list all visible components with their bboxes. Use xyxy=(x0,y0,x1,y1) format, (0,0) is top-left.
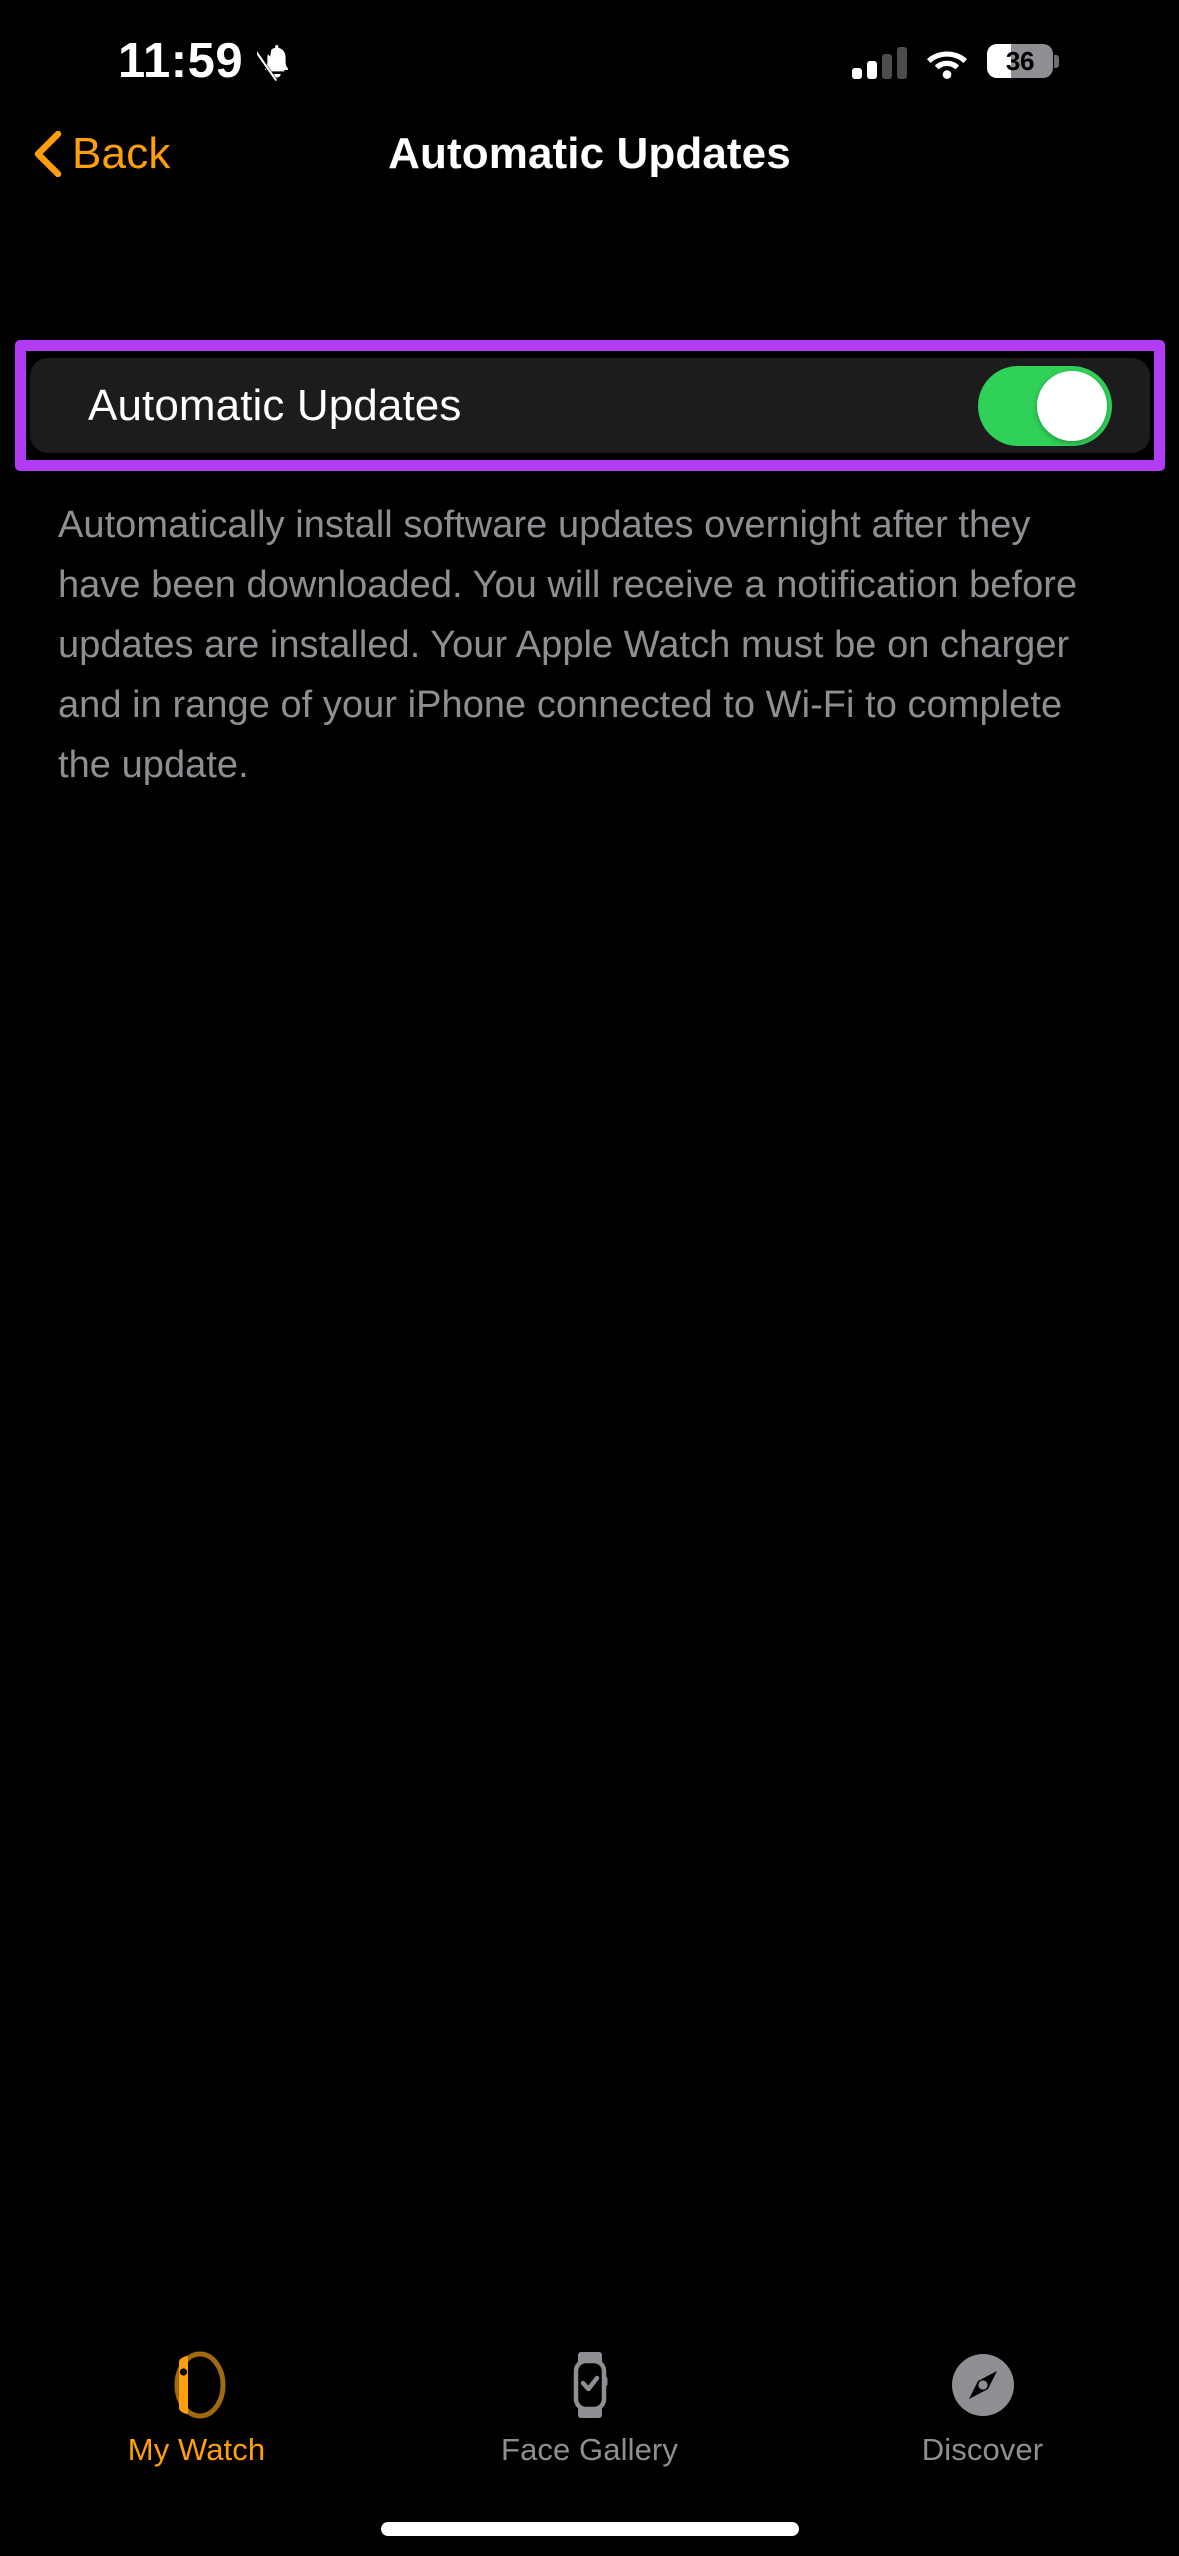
tab-my-watch-label: My Watch xyxy=(127,2432,266,2467)
cellular-signal-icon xyxy=(852,45,907,79)
battery-icon: 36 xyxy=(987,44,1059,80)
wifi-icon xyxy=(927,51,967,79)
automatic-updates-label: Automatic Updates xyxy=(88,380,462,430)
tab-discover-label: Discover xyxy=(921,2432,1044,2467)
status-bar: 11:59 36 xyxy=(0,0,1179,108)
watch-face-icon xyxy=(560,2348,620,2422)
battery-percent-label: 36 xyxy=(1005,46,1035,76)
tab-face-gallery[interactable]: Face Gallery xyxy=(450,2348,730,2465)
tab-discover[interactable]: Discover xyxy=(843,2348,1123,2465)
status-bar-clock: 11:59 xyxy=(118,33,244,88)
home-indicator[interactable] xyxy=(380,2522,799,2536)
automatic-updates-row[interactable]: Automatic Updates xyxy=(30,358,1150,453)
apple-watch-icon xyxy=(166,2348,228,2422)
automatic-updates-toggle[interactable] xyxy=(978,365,1112,446)
status-bar-right: 36 xyxy=(852,44,1059,80)
navigation-bar: Back Automatic Updates xyxy=(0,108,1179,206)
tab-bar: My Watch Face Gallery Discover xyxy=(0,2340,1179,2490)
page-title: Automatic Updates xyxy=(388,129,791,178)
toggle-knob xyxy=(1037,370,1107,441)
compass-icon xyxy=(950,2348,1016,2422)
automatic-updates-description: Automatically install software updates o… xyxy=(58,504,1078,787)
tab-my-watch[interactable]: My Watch xyxy=(57,2348,337,2465)
bell-slash-icon xyxy=(257,45,289,82)
phone-screen: 11:59 36 Back Automatic Updates Automati… xyxy=(0,0,1179,2556)
status-bar-left: 11:59 xyxy=(118,33,297,88)
tab-face-gallery-label: Face Gallery xyxy=(501,2432,678,2467)
